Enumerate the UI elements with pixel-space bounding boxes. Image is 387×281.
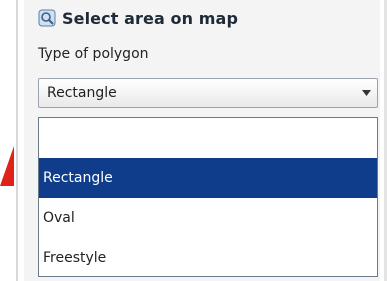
dropdown-option-rectangle[interactable]: Rectangle — [39, 158, 377, 198]
dropdown-option-oval[interactable]: Oval — [39, 198, 377, 238]
polygon-type-select[interactable]: Rectangle — [38, 78, 378, 108]
panel-header: Select area on map — [38, 6, 238, 30]
red-arrow-indicator — [0, 146, 14, 186]
dropdown-option-label: Freestyle — [43, 250, 107, 266]
select-area-panel: Select area on map Type of polygon Recta… — [24, 0, 380, 281]
chevron-down-icon[interactable] — [355, 90, 377, 96]
dropdown-option-label: Oval — [43, 210, 75, 226]
screenshot-region: Select area on map Type of polygon Recta… — [0, 0, 387, 281]
dropdown-option-empty[interactable] — [39, 118, 377, 158]
select-value: Rectangle — [47, 85, 117, 101]
left-divider — [16, 0, 18, 281]
dropdown-option-label: Rectangle — [43, 170, 113, 186]
dropdown-option-freestyle[interactable]: Freestyle — [39, 238, 377, 278]
polygon-type-label: Type of polygon — [38, 46, 149, 62]
panel-title: Select area on map — [62, 8, 238, 28]
map-select-icon — [38, 9, 56, 27]
polygon-type-dropdown-list: Rectangle Oval Freestyle — [38, 117, 378, 277]
